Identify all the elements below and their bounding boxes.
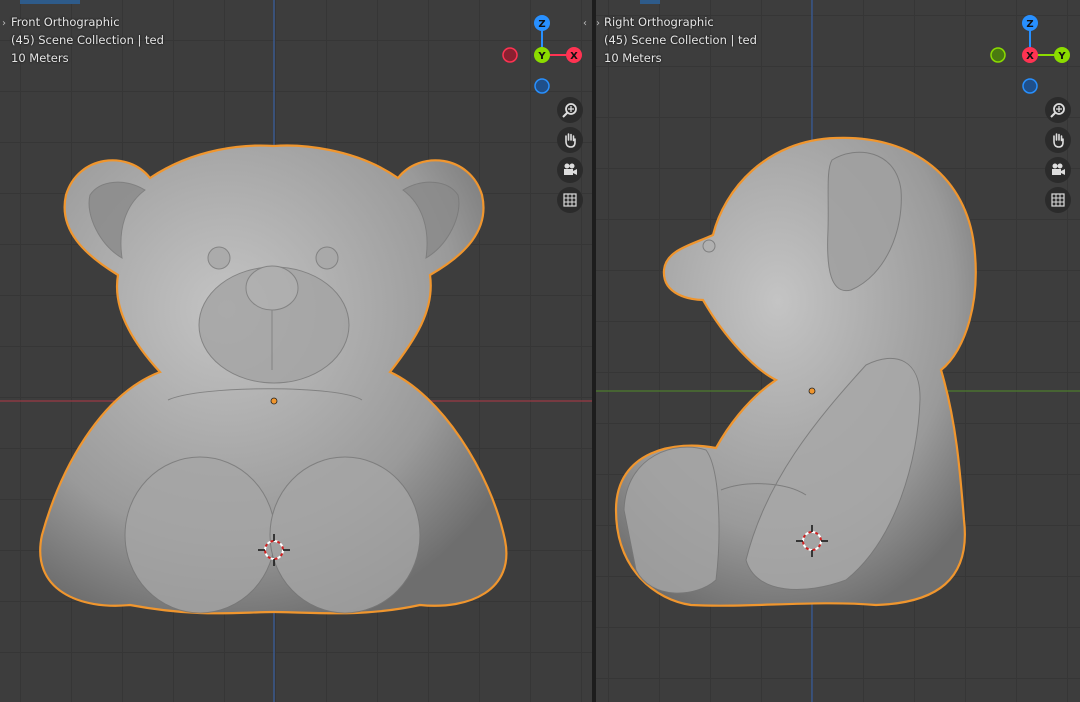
navigation-gizmo[interactable]: Z Y X [497,10,587,100]
gizmo-x-label: X [1026,51,1034,62]
camera-button[interactable] [557,157,583,183]
right-viewport[interactable]: › Right Orthographic (45) Scene Collecti… [596,0,1080,702]
ortho-toggle-button[interactable] [1045,187,1071,213]
neg-z-gizmo-ball[interactable] [1022,78,1038,94]
camera-icon [1052,163,1065,175]
hand-icon [565,133,576,148]
hand-icon [1053,133,1064,148]
front-viewport[interactable]: › ‹ Front Orthographic (45) Scene Collec… [0,0,592,702]
right-scene [596,0,1080,702]
zoom-icon [1050,103,1065,118]
header-hint [640,0,660,4]
gizmo-z-label: Z [1026,19,1033,30]
origin-dot [808,387,816,395]
navigation-tools [557,97,585,217]
gizmo-y-label: Y [1057,51,1066,62]
gizmo-z-label: Z [538,19,545,30]
camera-icon [564,163,577,175]
zoom-icon [562,103,577,118]
gizmo-y-label: Y [537,51,546,62]
navigation-gizmo[interactable]: Z X Y [985,10,1075,100]
scale-label: 10 Meters [604,51,662,65]
view-name: Right Orthographic [604,15,714,29]
pan-button[interactable] [557,127,583,153]
chevron-right-icon[interactable]: › [2,18,6,29]
viewport-info: Right Orthographic (45) Scene Collection… [604,13,757,67]
scale-label: 10 Meters [11,51,69,65]
header-hint [20,0,80,4]
camera-button[interactable] [1045,157,1071,183]
navigation-tools [1045,97,1073,217]
zoom-button[interactable] [557,97,583,123]
grid-icon [563,193,577,207]
ortho-toggle-button[interactable] [557,187,583,213]
neg-y-gizmo-ball[interactable] [990,47,1006,63]
neg-x-gizmo-ball[interactable] [502,47,518,63]
neg-z-gizmo-ball[interactable] [534,78,550,94]
gizmo-x-label: X [570,51,578,62]
origin-dot [270,397,278,405]
collection-label: (45) Scene Collection | ted [604,33,757,47]
pan-button[interactable] [1045,127,1071,153]
front-scene [0,0,592,702]
chevron-right-icon[interactable]: › [596,18,600,29]
view-name: Front Orthographic [11,15,120,29]
grid-icon [1051,193,1065,207]
zoom-button[interactable] [1045,97,1071,123]
collection-label: (45) Scene Collection | ted [11,33,164,47]
viewport-info: Front Orthographic (45) Scene Collection… [11,13,164,67]
